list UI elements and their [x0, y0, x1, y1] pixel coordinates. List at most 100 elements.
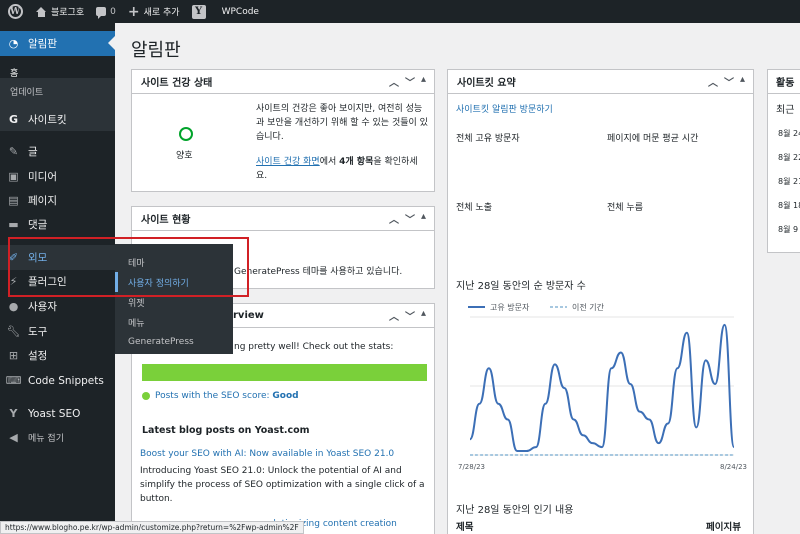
- theme-info-text: GeneratePress 테마를 사용하고 있습니다.: [234, 267, 403, 277]
- sidebar-item-media[interactable]: ▣ 미디어: [0, 164, 115, 189]
- comment-bubble-icon: [96, 7, 107, 19]
- settings-sliders-icon: ⊞: [8, 349, 19, 362]
- toggle-panel-icon[interactable]: ▴: [740, 74, 745, 89]
- sidebar-item-appearance[interactable]: ✐ 외모: [0, 245, 115, 270]
- sidebar-item-tools[interactable]: 🔧︎ 도구: [0, 319, 115, 344]
- seo-score-link[interactable]: Posts with the SEO score:: [155, 391, 272, 401]
- activity-recent-label: 최근: [776, 105, 795, 116]
- sitekit-dashboard-link[interactable]: 사이트킷 알림판 방문하기: [456, 103, 553, 117]
- collapse-menu-button[interactable]: ◀ 메뉴 접기: [0, 425, 115, 450]
- stat-avg-time-label: 페이지에 머문 평균 시간: [607, 134, 699, 144]
- sidebar-item-comments[interactable]: ▬ 댓글: [0, 212, 115, 237]
- good-score-dot-icon: [142, 391, 150, 400]
- move-up-icon[interactable]: ︿: [389, 74, 399, 89]
- sitekit-summary-widget: 사이트킷 요약 ︿ ﹀ ▴ 사이트킷 알림판 방문하기 전체 고유 방문자 페이…: [447, 69, 754, 534]
- move-down-icon[interactable]: ﹀: [405, 211, 415, 226]
- col-pageviews-header: 페이지뷰: [706, 522, 741, 533]
- toggle-panel-icon[interactable]: ▴: [421, 308, 426, 323]
- home-icon: [36, 6, 47, 17]
- widget-title: 사이트킷 요약: [457, 78, 516, 89]
- admin-sidebar: ◔ 알림판 홈 업데이트 G 사이트킷 ✎ 글 ▣ 미디어 ▤ 페이지 ▬ 댓글…: [0, 23, 115, 534]
- sidebar-item-settings[interactable]: ⊞ 설정: [0, 343, 115, 368]
- health-status-circle-icon: [179, 127, 193, 141]
- activity-date: 8월 21: [778, 177, 800, 186]
- new-content-label: 새로 추가: [143, 8, 180, 18]
- legend-label-visitors: 고유 방문자: [490, 302, 530, 312]
- move-up-icon[interactable]: ︿: [708, 74, 718, 89]
- collapse-arrow-icon: ◀: [9, 431, 18, 444]
- activity-date: 8월 24: [778, 129, 800, 138]
- yoast-adminbar-link[interactable]: Y: [186, 0, 212, 23]
- popular-content-title: 지난 28일 동안의 인기 내용: [456, 505, 574, 516]
- dashboard-gauge-icon: ◔: [8, 37, 19, 50]
- plus-icon: +: [127, 3, 140, 20]
- move-up-icon[interactable]: ︿: [389, 308, 399, 323]
- health-description: 사이트의 건강은 좋아 보이지만, 여전히 성능과 보안을 개선하기 위해 할 …: [256, 104, 428, 142]
- flyout-item-menus[interactable]: 메뉴: [115, 312, 233, 332]
- col-title-header: 제목: [456, 522, 474, 533]
- toggle-panel-icon[interactable]: ▴: [421, 74, 426, 89]
- activity-date: 8월 18: [778, 201, 800, 210]
- sidebar-subitem-updates[interactable]: 업데이트: [10, 85, 43, 98]
- sidebar-subitem-home[interactable]: 홈: [10, 66, 18, 79]
- x-tick-label-end: 8/24/23: [720, 463, 747, 471]
- google-g-icon: G: [8, 113, 19, 126]
- site-name-link[interactable]: 블로그호: [30, 0, 90, 23]
- move-down-icon[interactable]: ﹀: [405, 74, 415, 89]
- yoast-intro-text: ng pretty well! Check out the stats:: [234, 342, 394, 352]
- widget-title: 활동: [776, 78, 795, 89]
- blog-post-excerpt: Introducing Yoast SEO 21.0: Unlock the p…: [140, 466, 425, 504]
- sidebar-item-users[interactable]: ● 사용자: [0, 294, 115, 319]
- toggle-panel-icon[interactable]: ▴: [421, 211, 426, 226]
- paintbrush-icon: ✐: [8, 251, 19, 264]
- admin-bar: W 블로그호 0 + 새로 추가 Y WPCode: [0, 0, 800, 23]
- sidebar-item-dashboard[interactable]: ◔ 알림판: [0, 31, 115, 56]
- seo-score-bar: [142, 364, 427, 381]
- activity-date: 8월 22: [778, 153, 800, 162]
- stat-clicks-label: 전체 누름: [607, 203, 643, 213]
- site-health-link[interactable]: 사이트 건강 화면: [256, 157, 320, 167]
- new-content-link[interactable]: + 새로 추가: [122, 0, 186, 23]
- widget-title: 사이트 현황: [141, 215, 191, 226]
- stat-unique-visitors-label: 전체 고유 방문자: [456, 134, 520, 144]
- flyout-item-generatepress[interactable]: GeneratePress: [115, 332, 233, 352]
- comments-link[interactable]: 0: [90, 0, 122, 23]
- activity-date: 8월 9: [778, 225, 799, 234]
- sidebar-item-sitekit[interactable]: G 사이트킷: [0, 107, 115, 132]
- plug-icon: ⚡: [9, 275, 18, 288]
- move-up-icon[interactable]: ︿: [389, 211, 399, 226]
- comments-count: 0: [110, 6, 116, 17]
- yoast-icon: Y: [9, 407, 18, 420]
- sidebar-item-yoast[interactable]: Y Yoast SEO: [0, 401, 115, 426]
- comment-icon: ▬: [8, 218, 19, 231]
- flyout-item-widgets[interactable]: 위젯: [115, 292, 233, 312]
- legend-label-previous: 이전 기간: [572, 302, 605, 312]
- sidebar-item-plugins[interactable]: ⚡ 플러그인: [0, 269, 115, 294]
- wordpress-logo-icon[interactable]: W: [0, 0, 30, 23]
- browser-status-url: https://www.blogho.pe.kr/wp-admin/custom…: [0, 521, 304, 534]
- sidebar-item-pages[interactable]: ▤ 페이지: [0, 188, 115, 213]
- flyout-item-themes[interactable]: 테마: [115, 252, 233, 272]
- move-down-icon[interactable]: ﹀: [405, 308, 415, 323]
- sidebar-item-code-snippets[interactable]: ⌨ Code Snippets: [0, 368, 115, 393]
- x-tick-label-start: 7/28/23: [458, 463, 485, 471]
- move-down-icon[interactable]: ﹀: [724, 74, 734, 89]
- chart-title: 지난 28일 동안의 순 방문자 수: [456, 281, 586, 292]
- activity-widget: 활동 최근 8월 24 8월 22 8월 21 8월 18 8월 9: [767, 69, 800, 253]
- series-line-visitors: [469, 323, 735, 453]
- health-status-label: 양호: [176, 151, 193, 161]
- chart-legend: 고유 방문자 이전 기간: [468, 302, 605, 312]
- stat-impressions-label: 전체 노출: [456, 203, 492, 213]
- pushpin-icon: ✎: [8, 145, 19, 158]
- appearance-flyout-menu: 테마 사용자 정의하기 위젯 메뉴 GeneratePress: [115, 244, 233, 354]
- code-icon: ⌨: [5, 374, 22, 387]
- sidebar-item-posts[interactable]: ✎ 글: [0, 139, 115, 164]
- user-icon: ●: [8, 300, 19, 313]
- blog-post-link[interactable]: Boost your SEO with AI: Now available in…: [140, 447, 430, 461]
- wpcode-link[interactable]: WPCode: [212, 0, 265, 23]
- widget-title: 사이트 건강 상태: [141, 78, 213, 89]
- flyout-item-customize[interactable]: 사용자 정의하기: [115, 272, 233, 292]
- page-icon: ▤: [8, 194, 19, 207]
- visitors-line-chart: 고유 방문자 이전 기간 7/28/23 8/24/23: [458, 302, 747, 471]
- site-health-widget: 사이트 건강 상태 ︿ ﹀ ▴ 양호 사이트의 건강은 좋아 보이지만, 여전히…: [131, 69, 435, 192]
